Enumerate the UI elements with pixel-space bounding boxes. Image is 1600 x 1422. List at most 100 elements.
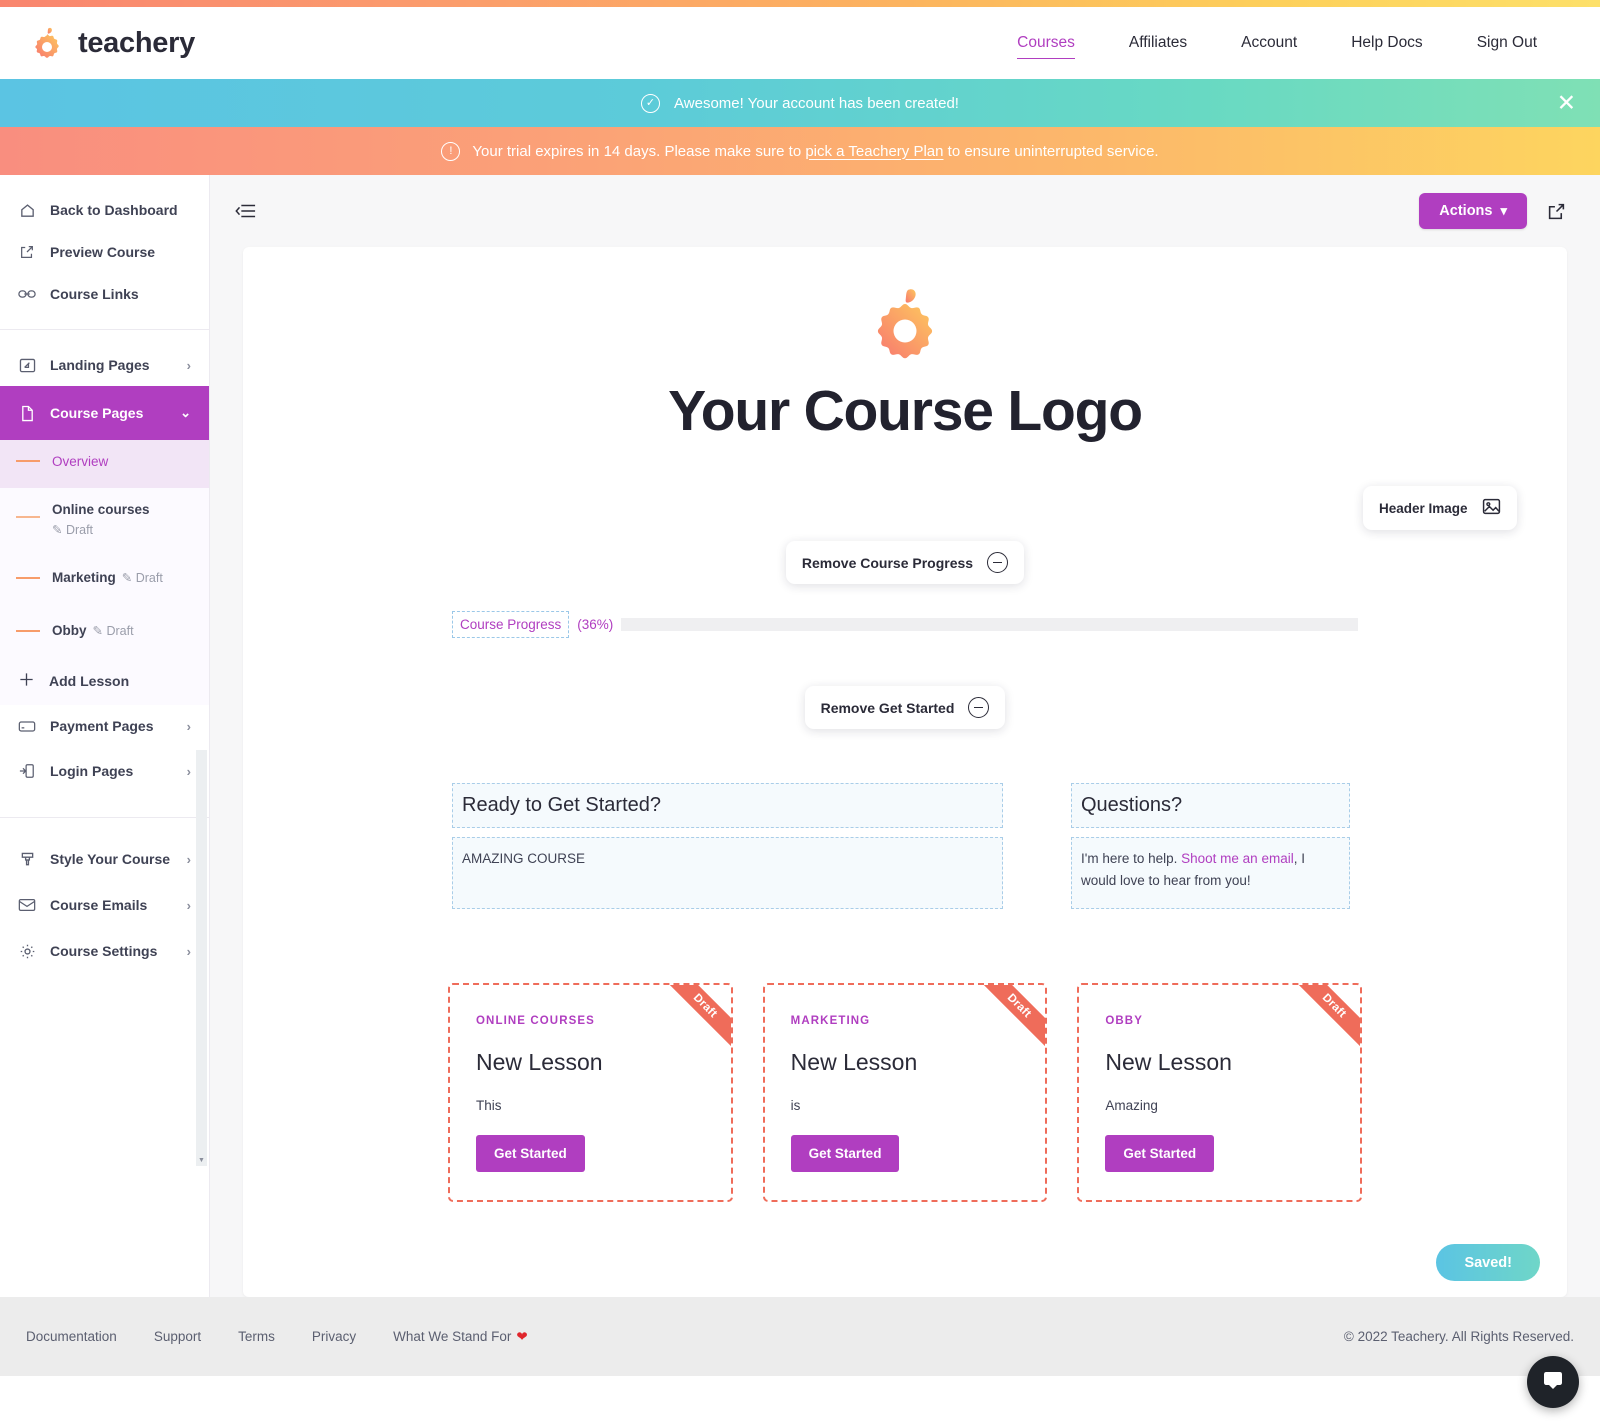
close-icon[interactable]: ✕: [1557, 91, 1576, 115]
sidebar-item-course-pages[interactable]: Course Pages ⌄: [0, 386, 209, 440]
sidebar-lesson-online-courses[interactable]: Online courses ✎ Draft: [0, 488, 209, 551]
sidebar-item-landing-pages[interactable]: Landing Pages ›: [0, 344, 209, 386]
teachery-gear-icon: [35, 27, 59, 58]
course-progress-percent: (36%): [577, 617, 614, 632]
open-external-icon[interactable]: [1547, 202, 1566, 221]
sidebar-label: Course Links: [50, 286, 139, 302]
nav-item-affiliates[interactable]: Affiliates: [1102, 28, 1214, 58]
nav-item-account[interactable]: Account: [1214, 28, 1324, 58]
saved-button[interactable]: Saved!: [1436, 1244, 1540, 1281]
footer-link-documentation[interactable]: Documentation: [26, 1329, 117, 1344]
questions-body-pre: I'm here to help.: [1081, 851, 1182, 866]
sidebar-lessons-list: Overview Online courses ✎ Draft Marketin…: [0, 440, 209, 706]
sidebar-item-login-pages[interactable]: Login Pages ›: [0, 747, 209, 795]
shoot-me-an-email-link[interactable]: Shoot me an email: [1181, 851, 1294, 866]
lesson-name: Online courses: [52, 502, 150, 517]
get-started-heading: Ready to Get Started?: [462, 794, 662, 816]
sidebar-label: Course Pages: [50, 405, 144, 421]
main-content: Actions ▾ Your Course Logo Header Image …: [210, 175, 1600, 1297]
remove-course-progress-button[interactable]: Remove Course Progress: [785, 541, 1025, 584]
lesson-dash-icon: [16, 460, 40, 462]
questions-body-field[interactable]: I'm here to help. Shoot me an email, I w…: [1071, 837, 1350, 909]
landing-page-icon: [18, 356, 36, 374]
lesson-name: Marketing: [52, 569, 116, 585]
chat-widget-button[interactable]: [1527, 1356, 1579, 1408]
chevron-right-icon: ›: [186, 897, 191, 913]
collapse-sidebar-icon[interactable]: [234, 203, 256, 219]
lesson-card[interactable]: Draft ONLINE COURSES New Lesson This Get…: [448, 983, 733, 1202]
lesson-card-category: OBBY: [1105, 1015, 1143, 1027]
sidebar-item-course-links[interactable]: Course Links: [0, 273, 209, 315]
questions-heading-field[interactable]: Questions?: [1071, 783, 1350, 828]
get-started-button[interactable]: Get Started: [476, 1135, 585, 1172]
sidebar-item-back-to-dashboard[interactable]: Back to Dashboard: [0, 189, 209, 231]
sidebar-label: Payment Pages: [50, 718, 154, 735]
sidebar-lesson-marketing[interactable]: Marketing ✎ Draft: [0, 551, 209, 604]
chevron-right-icon: ›: [186, 718, 191, 734]
remove-course-progress-label: Remove Course Progress: [801, 554, 974, 571]
sidebar-label: Landing Pages: [50, 357, 150, 373]
sidebar-item-course-settings[interactable]: Course Settings ›: [0, 928, 209, 974]
sidebar-item-course-emails[interactable]: Course Emails ›: [0, 882, 209, 928]
link-icon: [18, 285, 36, 303]
nav-item-sign-out[interactable]: Sign Out: [1450, 28, 1564, 58]
nav-item-help-docs[interactable]: Help Docs: [1324, 28, 1450, 58]
sidebar-item-payment-pages[interactable]: Payment Pages ›: [0, 705, 209, 747]
chevron-right-icon: ›: [186, 357, 191, 373]
footer-link-support[interactable]: Support: [154, 1329, 201, 1344]
course-progress-label[interactable]: Course Progress: [452, 611, 570, 638]
lesson-draft-badge: ✎ Draft: [92, 623, 134, 638]
lesson-dash-icon: [16, 629, 40, 632]
sidebar-lesson-overview[interactable]: Overview: [0, 440, 209, 488]
get-started-button[interactable]: Get Started: [790, 1135, 900, 1172]
lesson-card-title: New Lesson: [1105, 1049, 1232, 1075]
chevron-right-icon: ›: [186, 943, 191, 959]
alert-circle-icon: !: [441, 141, 461, 161]
add-lesson-label: Add Lesson: [49, 673, 130, 690]
success-banner: ✓ Awesome! Your account has been created…: [0, 79, 1600, 127]
chevron-down-icon: ⌄: [180, 405, 191, 420]
sidebar-scrollbar[interactable]: [196, 750, 207, 1155]
sidebar-item-style-your-course[interactable]: Style Your Course ›: [0, 836, 209, 882]
lesson-card[interactable]: Draft MARKETING New Lesson is Get Starte…: [762, 983, 1048, 1202]
lesson-card-description: is: [790, 1098, 801, 1113]
login-icon: [18, 762, 36, 780]
sidebar-item-preview-course[interactable]: Preview Course: [0, 231, 209, 273]
get-started-body-field[interactable]: AMAZING COURSE: [452, 837, 1003, 909]
trial-warning-text: Your trial expires in 14 days. Please ma…: [472, 143, 1158, 160]
what-we-stand-for-label: What We Stand For: [393, 1328, 512, 1344]
editor-toolbar: Actions ▾: [210, 175, 1600, 247]
questions-body: I'm here to help. Shoot me an email, I w…: [1081, 851, 1305, 888]
footer-link-what-we-stand-for[interactable]: What We Stand For ❤: [393, 1329, 528, 1345]
lesson-card-title: New Lesson: [476, 1049, 603, 1075]
sidebar-label: Course Emails: [50, 897, 148, 914]
footer-link-terms[interactable]: Terms: [238, 1329, 275, 1344]
warn-post: to ensure uninterrupted service.: [943, 142, 1159, 160]
header-image-button[interactable]: Header Image: [1363, 486, 1517, 530]
remove-get-started-label: Remove Get Started: [820, 699, 955, 716]
remove-get-started-row: Remove Get Started: [243, 686, 1567, 729]
external-link-icon: [18, 243, 36, 261]
document-icon: [18, 404, 36, 422]
get-started-column: Ready to Get Started? AMAZING COURSE: [452, 783, 1003, 909]
sidebar-label: Preview Course: [50, 244, 156, 260]
lesson-dash-icon: [16, 516, 40, 518]
get-started-button[interactable]: Get Started: [1105, 1135, 1215, 1172]
footer-link-privacy[interactable]: Privacy: [312, 1329, 356, 1344]
app-body: Back to Dashboard Preview Course Course …: [0, 175, 1600, 1297]
remove-get-started-button[interactable]: Remove Get Started: [804, 686, 1006, 729]
sidebar-scroll-down-arrow[interactable]: ▼: [196, 1155, 207, 1166]
remove-course-progress-row: Remove Course Progress: [243, 541, 1567, 584]
get-started-heading-field[interactable]: Ready to Get Started?: [452, 783, 1003, 828]
lesson-card[interactable]: Draft OBBY New Lesson Amazing Get Starte…: [1077, 983, 1363, 1202]
course-gear-icon[interactable]: [872, 287, 938, 372]
nav-item-courses[interactable]: Courses: [990, 28, 1102, 59]
check-circle-icon: ✓: [641, 93, 661, 113]
sidebar-add-lesson-button[interactable]: Add Lesson: [0, 657, 209, 705]
actions-button[interactable]: Actions ▾: [1419, 193, 1527, 229]
pick-plan-link[interactable]: pick a Teachery Plan: [805, 143, 943, 160]
sidebar-lesson-obby[interactable]: Obby ✎ Draft: [0, 604, 209, 657]
sidebar-group-settings: Style Your Course › Course Emails › Cour…: [0, 818, 209, 988]
brand-logo[interactable]: teachery: [30, 26, 195, 60]
footer-copyright: © 2022 Teachery. All Rights Reserved.: [1343, 1329, 1574, 1344]
